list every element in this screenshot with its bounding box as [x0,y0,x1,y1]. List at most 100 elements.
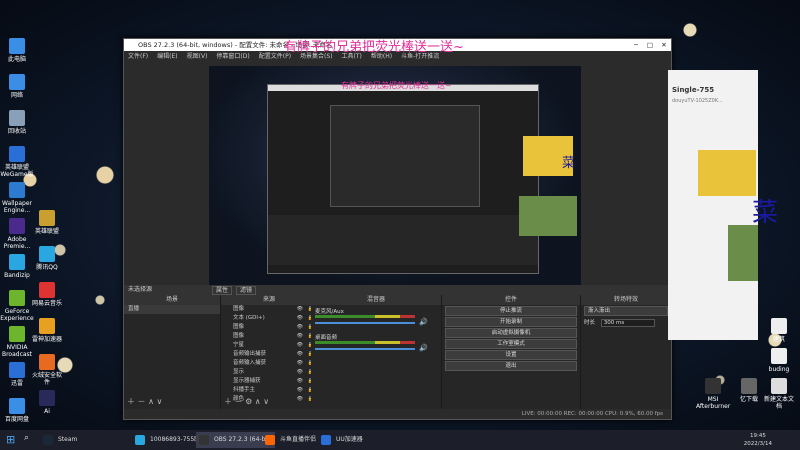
source-item[interactable]: 图像👁🔒 [221,323,317,332]
sources-title: 来源 [221,295,317,305]
app-icon [39,210,55,226]
scene-item[interactable]: 直播 [124,305,220,314]
obs-window[interactable]: OBS 27.2.3 (64-bit, windows) - 配置文件: 未命名… [123,38,672,420]
search-icon[interactable]: ⌕ [24,433,29,443]
menu-item[interactable]: 停靠窗口(D) [216,53,249,60]
control-button[interactable]: 开始录制 [445,317,577,327]
menu-item[interactable]: 文件(F) [128,53,148,60]
desktop-icon-label: 网易云音乐 [31,300,62,307]
source-item[interactable]: 宁星👁🔒 [221,341,317,350]
obs-preview[interactable]: 有牌子的兄弟把荧光棒送一送~ [209,66,581,286]
app-icon [9,362,25,378]
source-controls[interactable]: ＋ － ⚙ ∧ ∨ [224,396,269,407]
desktop-icon[interactable]: 建筑 [762,318,796,343]
desktop-icon-label: 新建文本文档 [763,396,794,410]
desktop-icon[interactable]: 雷神加速器 [30,318,64,343]
windows-start-icon[interactable]: ⊞ [6,433,15,446]
desktop-icon[interactable]: 新建文本文档 [762,378,796,410]
visibility-eye-icon[interactable]: 👁 [297,368,303,377]
desktop-icon[interactable]: Wallpaper Engine... [0,182,34,214]
scenes-dock: 场景 直播 ＋ － ∧ ∨ [124,295,221,409]
desktop-icon-label: NVIDIA Broadcast [1,344,33,358]
desktop-icon[interactable]: 回收站 [0,110,34,135]
app-icon [705,378,721,394]
taskbar-item[interactable]: 10086893-755图... [132,432,206,448]
visibility-eye-icon[interactable]: 👁 [297,350,303,359]
duration-input[interactable]: 300 ms [600,319,655,327]
desktop-icon[interactable]: 腾讯QQ [30,246,64,271]
control-button[interactable]: 退出 [445,361,577,371]
app-icon [771,318,787,334]
mic-speaker-icon[interactable]: 🔊 [419,318,428,326]
desktop-icon[interactable]: Ai [30,390,64,415]
desktop-icon[interactable]: Adobe Premie... [0,218,34,250]
source-item[interactable]: 图像👁🔒 [221,305,317,314]
visibility-eye-icon[interactable]: 👁 [297,377,303,386]
control-button[interactable]: 工作室模式 [445,339,577,349]
desktop-icon[interactable]: 迅雷 [0,362,34,387]
minimize-icon[interactable]: ─ [629,39,643,51]
source-item[interactable]: 音频输入捕获👁🔒 [221,359,317,368]
desktop-icon[interactable]: 火绒安全软件 [30,354,64,386]
chat-cam-image [698,150,756,196]
desktop-icon[interactable]: Bandizip [0,254,34,279]
desktop-icon[interactable]: NVIDIA Broadcast [0,326,34,358]
visibility-eye-icon[interactable]: 👁 [297,332,303,341]
desktop-icon[interactable]: GeForce Experience [0,290,34,322]
menu-item[interactable]: 编辑(E) [157,53,177,60]
desktop-icon-label: 雷神加速器 [31,336,62,343]
visibility-eye-icon[interactable]: 👁 [297,323,303,332]
desktop-icon-label: 此电脑 [7,56,26,63]
app-icon [135,435,145,445]
taskbar-item[interactable]: UU加速器 [318,432,363,448]
chat-subtitle: douyuTV-1025Z0K... [672,98,723,104]
desktop-icon[interactable]: buding [762,348,796,373]
desktop-icon-label: buding [768,366,790,373]
desktop-icon[interactable]: 英雄联盟 [30,210,64,235]
properties-button[interactable]: 属性 [212,286,233,295]
transition-select[interactable]: 渐入渐出 [584,306,668,316]
source-label: 显示器捕获 [233,378,261,384]
desktop-icon-label: Bandizip [4,272,30,279]
source-label: 图像 [233,306,245,312]
scene-controls[interactable]: ＋ － ∧ ∨ [127,396,162,407]
desktop-icon[interactable]: 英雄联盟 WeGame版 [0,146,34,178]
source-item[interactable]: 显示👁🔒 [221,368,317,377]
taskbar-item[interactable]: Steam [40,432,77,448]
nested-preview [330,105,480,207]
desktop-icon[interactable]: 忆下载 [732,378,766,403]
close-icon[interactable]: ✕ [657,39,671,51]
visibility-eye-icon[interactable]: 👁 [297,314,303,323]
filters-button[interactable]: 滤镜 [236,286,257,295]
desktop-volume-slider[interactable] [315,348,415,350]
desktop-speaker-icon[interactable]: 🔊 [419,344,428,352]
desktop-icon-label: 建筑 [772,336,785,343]
menu-item[interactable]: 视图(V) [187,53,208,60]
visibility-eye-icon[interactable]: 👁 [297,386,303,395]
source-item[interactable]: 文本 (GDI+)👁🔒 [221,314,317,323]
desktop-icon[interactable]: 百度网盘 [0,398,34,423]
mic-volume-slider[interactable] [315,322,415,324]
visibility-eye-icon[interactable]: 👁 [297,359,303,368]
desktop-icon[interactable]: 网络 [0,74,34,99]
desktop-icon-label: 忆下载 [739,396,758,403]
desktop-icon[interactable]: 此电脑 [0,38,34,63]
chat-panel[interactable]: Single-755 douyuTV-1025Z0K... [668,70,758,340]
mic-meter [315,315,415,318]
clock[interactable]: 19:45 2022/3/14 [744,432,772,448]
transitions-dock: 转场特效 渐入渐出 时长 300 ms [581,295,671,409]
source-item[interactable]: 抖播手主👁🔒 [221,386,317,395]
taskbar-item[interactable]: 斗鱼直播伴侣 [262,432,316,448]
control-button[interactable]: 启动虚拟摄像机 [445,328,577,338]
source-item[interactable]: 图像👁🔒 [221,332,317,341]
control-button[interactable]: 设置 [445,350,577,360]
visibility-eye-icon[interactable]: 👁 [297,395,303,404]
desktop-icon[interactable]: 网易云音乐 [30,282,64,307]
control-button[interactable]: 停止推流 [445,306,577,316]
maximize-icon[interactable]: □ [643,39,657,51]
source-item[interactable]: 音频输出捕获👁🔒 [221,350,317,359]
visibility-eye-icon[interactable]: 👁 [297,305,303,314]
source-item[interactable]: 显示器捕获👁🔒 [221,377,317,386]
visibility-eye-icon[interactable]: 👁 [297,341,303,350]
desktop-icon[interactable]: MSI Afterburner [696,378,730,410]
